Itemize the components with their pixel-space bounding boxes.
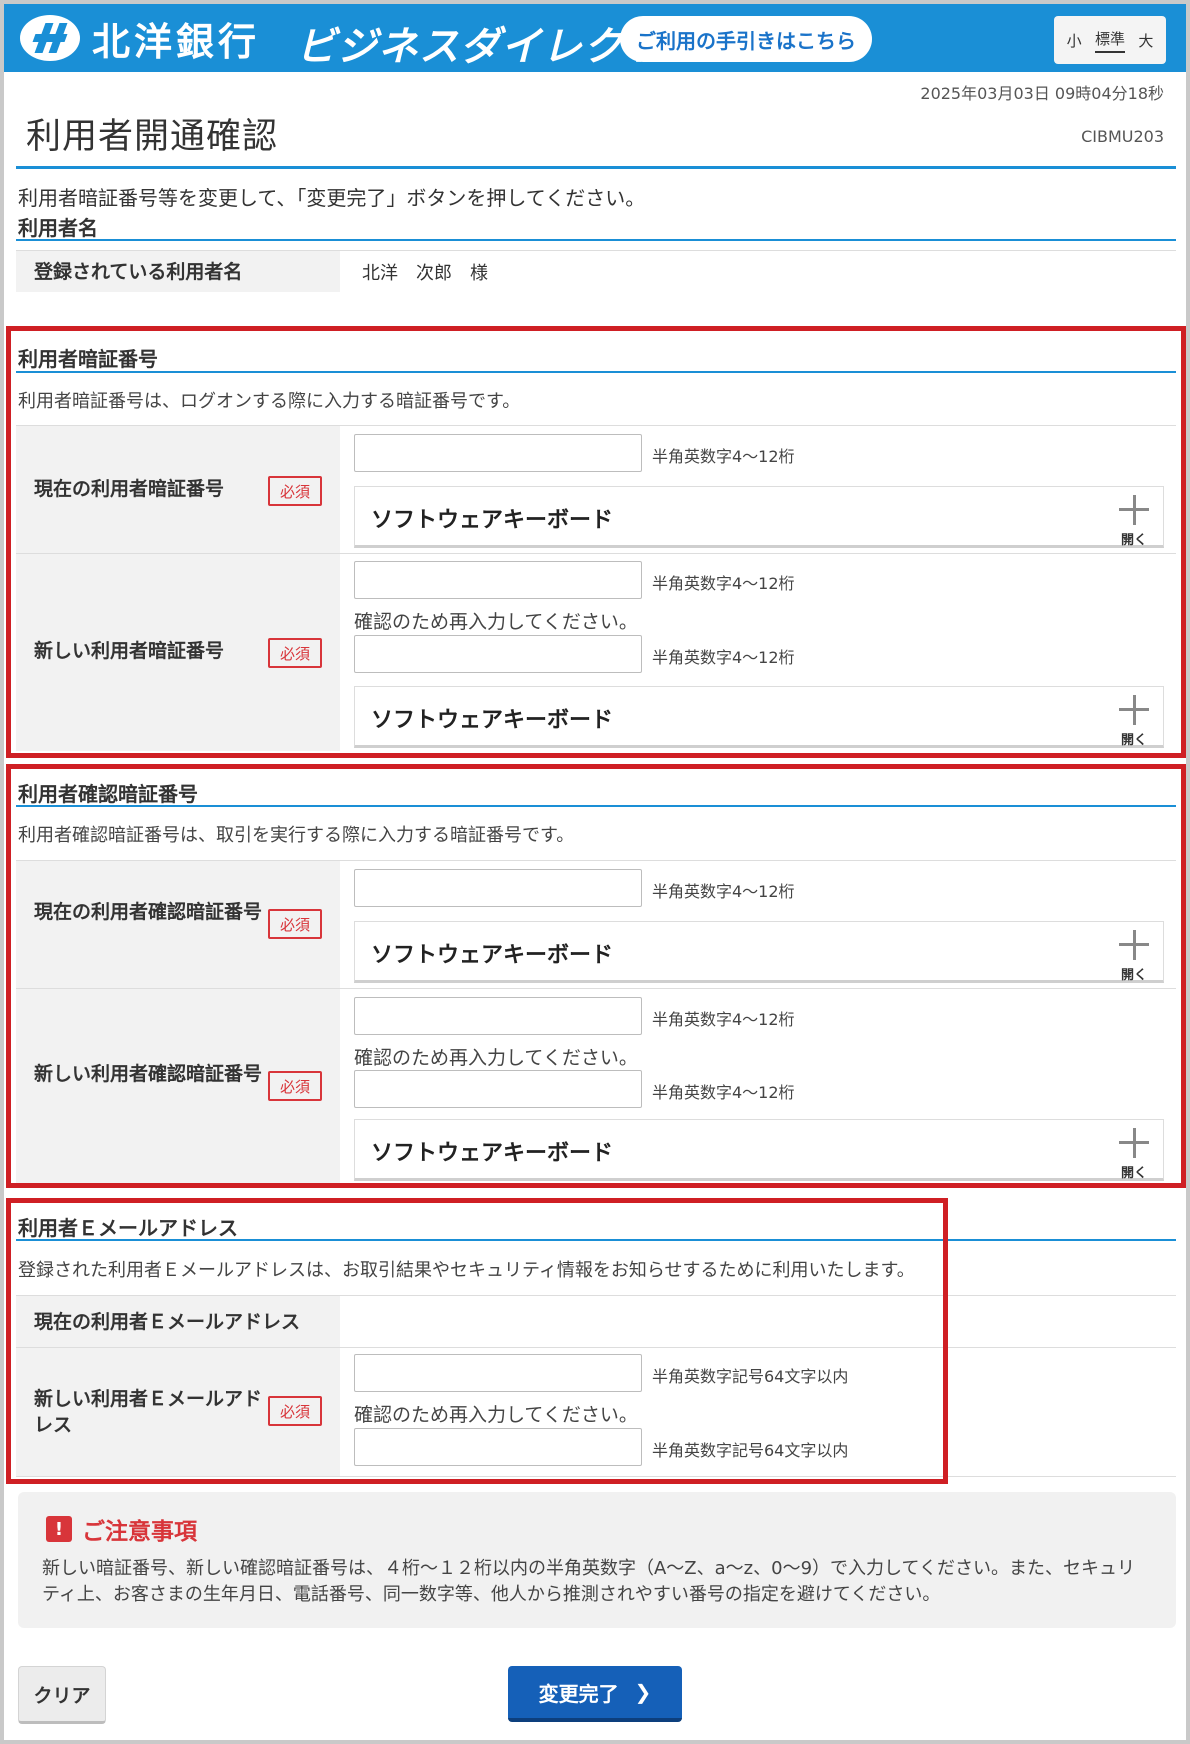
current-password-row: 現在の利用者暗証番号 必須 半角英数字4～12桁 ソフトウェアキーボード 開く: [16, 425, 1176, 553]
current-email-row: 現在の利用者Ｅメールアドレス: [16, 1295, 1176, 1347]
title-divider: [16, 166, 1176, 169]
new-confirm-password-confirm-input[interactable]: [354, 1070, 642, 1108]
section-divider: [16, 371, 1176, 373]
new-confirm-password-row: 新しい利用者確認暗証番号 必須 半角英数字4～12桁 確認のため再入力してくださ…: [16, 988, 1176, 1184]
instruction-text: 利用者暗証番号等を変更して、「変更完了」ボタンを押してください。: [18, 186, 646, 210]
timestamp: 2025年03月03日 09時04分18秒: [920, 84, 1164, 103]
bank-logo: 北洋銀行: [20, 12, 260, 64]
row-label-cell: 新しい利用者暗証番号 必須: [16, 554, 340, 751]
new-email-row: 新しい利用者Ｅメールアドレス 必須 半角英数字記号64文字以内 確認のため再入力…: [16, 1347, 1176, 1477]
software-keyboard-toggle[interactable]: ソフトウェアキーボード 開く: [354, 1119, 1164, 1181]
bank-logo-icon: [20, 15, 80, 61]
input-hint: 半角英数字記号64文字以内: [652, 1441, 849, 1460]
confirm-password-description: 利用者確認暗証番号は、取引を実行する際に入力する暗証番号です。: [18, 825, 575, 846]
current-password-input[interactable]: [354, 434, 642, 472]
new-confirm-password-input[interactable]: [354, 997, 642, 1035]
service-name: ビジネスダイレクト: [296, 24, 665, 70]
reenter-text: 確認のため再入力してください。: [354, 611, 638, 633]
input-hint: 半角英数字4～12桁: [652, 574, 795, 593]
plus-icon: [1119, 930, 1149, 960]
new-confirm-password-label: 新しい利用者確認暗証番号: [34, 1063, 263, 1085]
required-badge: 必須: [268, 1071, 322, 1101]
current-password-label: 現在の利用者暗証番号: [34, 478, 225, 500]
screen-id: CIBMU203: [1081, 127, 1164, 146]
keyboard-open-label: 開く: [1120, 968, 1147, 983]
input-hint: 半角英数字4～12桁: [652, 882, 795, 901]
new-email-label: 新しい利用者Ｅメールアドレス: [34, 1388, 263, 1436]
new-password-input[interactable]: [354, 561, 642, 599]
required-badge: 必須: [268, 638, 322, 668]
confirm-password-heading: 利用者確認暗証番号: [18, 782, 198, 806]
registered-user-name-label: 登録されている利用者名: [34, 261, 243, 283]
row-label-cell: 登録されている利用者名: [16, 251, 340, 292]
software-keyboard-label: ソフトウェアキーボード: [371, 508, 614, 533]
email-heading: 利用者Ｅメールアドレス: [18, 1216, 238, 1240]
required-badge: 必須: [268, 476, 322, 506]
font-size-large[interactable]: 大: [1138, 30, 1153, 51]
bank-name: 北洋銀行: [92, 18, 261, 64]
reenter-text: 確認のため再入力してください。: [354, 1404, 638, 1426]
keyboard-open-label: 開く: [1120, 733, 1147, 748]
input-hint: 半角英数字4～12桁: [652, 447, 795, 466]
font-size-small[interactable]: 小: [1067, 30, 1082, 51]
keyboard-open-label: 開く: [1120, 1166, 1147, 1181]
required-badge: 必須: [268, 1396, 322, 1426]
current-confirm-password-input[interactable]: [354, 869, 642, 907]
new-password-label: 新しい利用者暗証番号: [34, 640, 225, 662]
input-hint: 半角英数字4～12桁: [652, 648, 795, 667]
new-password-confirm-input[interactable]: [354, 635, 642, 673]
software-keyboard-label: ソフトウェアキーボード: [371, 943, 614, 968]
row-label-cell: 現在の利用者確認暗証番号 必須: [16, 861, 340, 988]
reenter-text: 確認のため再入力してください。: [354, 1047, 638, 1069]
plus-icon: [1119, 495, 1149, 525]
software-keyboard-toggle[interactable]: ソフトウェアキーボード 開く: [354, 686, 1164, 748]
current-confirm-password-row: 現在の利用者確認暗証番号 必須 半角英数字4～12桁 ソフトウェアキーボード 開…: [16, 860, 1176, 988]
new-email-confirm-input[interactable]: [354, 1428, 642, 1466]
user-name-row: 登録されている利用者名 北洋 次郎 様: [16, 250, 1176, 292]
chevron-right-icon: ❯: [634, 1680, 652, 1704]
notice-title: ご注意事項: [82, 1519, 197, 1545]
page-title: 利用者開通確認: [26, 117, 279, 157]
password-heading: 利用者暗証番号: [18, 347, 158, 371]
notice-box: ! ご注意事項 新しい暗証番号、新しい確認暗証番号は、４桁～１２桁以内の半角英数…: [18, 1492, 1176, 1628]
change-complete-label: 変更完了: [538, 1681, 619, 1706]
software-keyboard-toggle[interactable]: ソフトウェアキーボード 開く: [354, 486, 1164, 548]
header-bar: 北洋銀行 ビジネスダイレクト ご利用の手引きはこちら 小 標準 大: [4, 4, 1186, 72]
registered-user-name-value: 北洋 次郎 様: [362, 263, 488, 284]
section-divider: [16, 805, 1176, 807]
required-badge: 必須: [268, 909, 322, 939]
change-complete-button[interactable]: 変更完了 ❯: [508, 1666, 682, 1722]
software-keyboard-toggle[interactable]: ソフトウェアキーボード 開く: [354, 921, 1164, 983]
new-email-input[interactable]: [354, 1354, 642, 1392]
row-label-cell: 新しい利用者確認暗証番号 必須: [16, 989, 340, 1184]
warning-icon: !: [46, 1516, 72, 1542]
software-keyboard-label: ソフトウェアキーボード: [371, 1141, 614, 1166]
section-divider: [16, 239, 1176, 241]
guide-link-button[interactable]: ご利用の手引きはこちら: [620, 16, 872, 62]
email-description: 登録された利用者Ｅメールアドレスは、お取引結果やセキュリティ情報をお知らせするた…: [18, 1260, 915, 1281]
row-label-cell: 現在の利用者Ｅメールアドレス: [16, 1296, 340, 1347]
plus-icon: [1119, 1128, 1149, 1158]
clear-button[interactable]: クリア: [18, 1666, 106, 1724]
section-divider: [16, 1239, 1176, 1241]
user-name-heading: 利用者名: [18, 216, 98, 240]
notice-text: 新しい暗証番号、新しい確認暗証番号は、４桁～１２桁以内の半角英数字（A～Z、a～…: [42, 1558, 1135, 1605]
keyboard-open-label: 開く: [1120, 533, 1147, 548]
row-label-cell: 新しい利用者Ｅメールアドレス 必須: [16, 1348, 340, 1476]
current-email-label: 現在の利用者Ｅメールアドレス: [34, 1311, 301, 1333]
input-hint: 半角英数字記号64文字以内: [652, 1367, 849, 1386]
input-hint: 半角英数字4～12桁: [652, 1083, 795, 1102]
plus-icon: [1119, 695, 1149, 725]
row-label-cell: 現在の利用者暗証番号 必須: [16, 426, 340, 553]
font-size-standard[interactable]: 標準: [1094, 28, 1125, 53]
password-description: 利用者暗証番号は、ログオンする際に入力する暗証番号です。: [18, 391, 521, 412]
software-keyboard-label: ソフトウェアキーボード: [371, 708, 614, 733]
input-hint: 半角英数字4～12桁: [652, 1010, 795, 1029]
font-size-selector: 小 標準 大: [1054, 16, 1166, 64]
new-password-row: 新しい利用者暗証番号 必須 半角英数字4～12桁 確認のため再入力してください。…: [16, 553, 1176, 751]
current-confirm-password-label: 現在の利用者確認暗証番号: [34, 901, 263, 923]
